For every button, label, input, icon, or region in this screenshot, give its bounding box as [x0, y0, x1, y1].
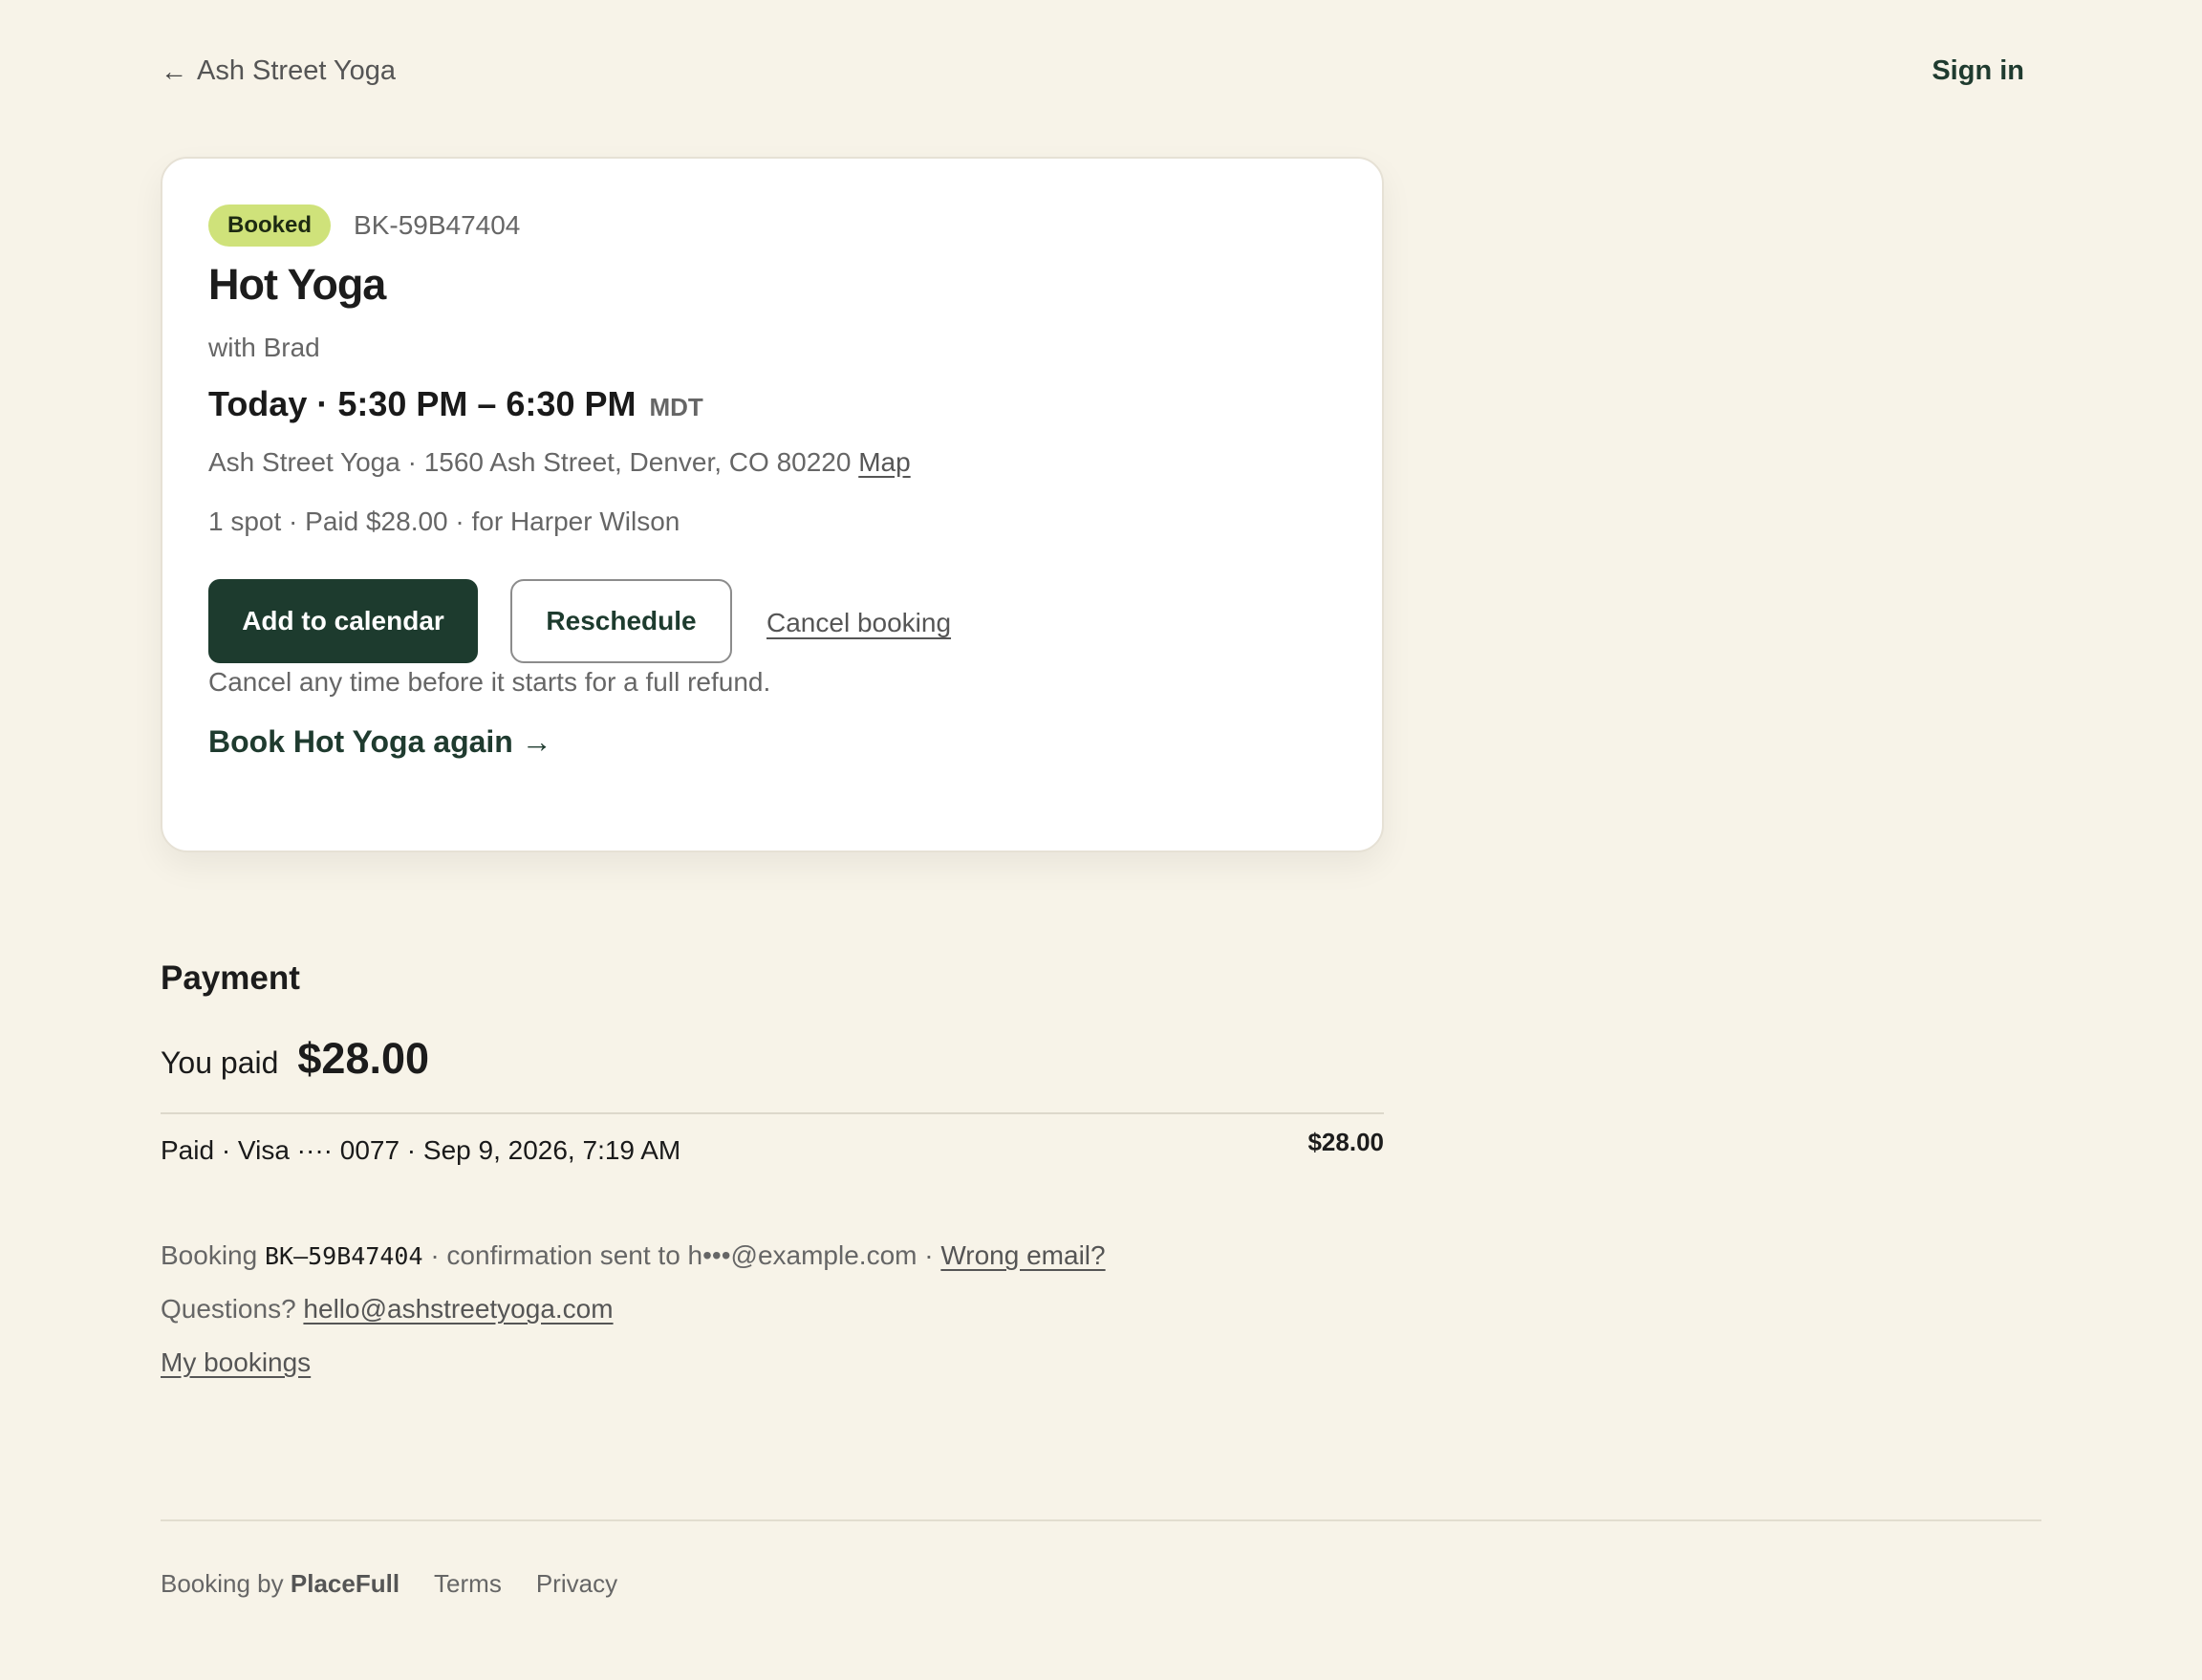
reschedule-button[interactable]: Reschedule — [510, 579, 732, 663]
contact-email-link[interactable]: hello@ashstreetyoga.com — [303, 1294, 613, 1324]
book-again-link[interactable]: Book Hot Yoga again → — [208, 724, 552, 760]
refund-note: Cancel any time before it starts for a f… — [208, 667, 771, 697]
payment-divider — [161, 1112, 1384, 1114]
class-title: Hot Yoga — [208, 260, 386, 309]
booking-by-label: Booking by — [161, 1569, 284, 1598]
back-link[interactable]: ← Ash Street Yoga — [161, 55, 396, 87]
payment-heading: Payment — [161, 959, 300, 997]
confirmation-text: · confirmation sent to h•••@example.com … — [430, 1240, 934, 1270]
questions-prefix: Questions? — [161, 1294, 296, 1324]
booking-card: Booked BK-59B47404 Hot Yoga with Brad To… — [161, 157, 1384, 852]
terms-link[interactable]: Terms — [434, 1569, 502, 1599]
my-bookings-row: My bookings — [161, 1347, 311, 1378]
questions-info: Questions? hello@ashstreetyoga.com — [161, 1294, 614, 1325]
booking-actions: Add to calendar Reschedule Cancel bookin… — [208, 579, 951, 663]
map-link[interactable]: Map — [858, 447, 910, 477]
top-nav: ← Ash Street Yoga Sign in — [161, 55, 2024, 97]
instructor: with Brad — [208, 333, 320, 362]
privacy-link[interactable]: Privacy — [536, 1569, 617, 1599]
back-link-label: Ash Street Yoga — [197, 55, 396, 86]
you-paid-amount: $28.00 — [297, 1034, 430, 1083]
add-to-calendar-button[interactable]: Add to calendar — [208, 579, 478, 663]
powered-by: Booking by PlaceFull — [161, 1569, 399, 1599]
footer-divider — [161, 1519, 2041, 1521]
sign-in-link[interactable]: Sign in — [1932, 55, 2024, 87]
status-badge: Booked — [208, 205, 332, 247]
class-time: Today · 5:30 PM – 6:30 PM MDT — [208, 384, 703, 424]
location: Ash Street Yoga · 1560 Ash Street, Denve… — [208, 447, 911, 478]
my-bookings-link[interactable]: My bookings — [161, 1347, 311, 1377]
badge-row: Booked BK-59B47404 — [208, 205, 520, 247]
spot-info: 1 spot · Paid $28.00 · for Harper Wilson — [208, 506, 680, 536]
arrow-left-icon: ← — [161, 55, 187, 86]
you-paid-row: You paid $28.00 — [161, 1034, 429, 1084]
wrong-email-link[interactable]: Wrong email? — [940, 1240, 1105, 1270]
brand-name: PlaceFull — [290, 1569, 400, 1598]
booking-prefix: Booking — [161, 1240, 258, 1270]
confirmation-info: Booking BK–59B47404 · confirmation sent … — [161, 1240, 1106, 1271]
page-footer: Booking by PlaceFull Terms Privacy — [161, 1569, 617, 1599]
timezone: MDT — [649, 393, 703, 421]
booking-id: BK-59B47404 — [354, 210, 521, 240]
you-paid-label: You paid — [161, 1045, 279, 1080]
cancel-booking-link[interactable]: Cancel booking — [766, 608, 951, 638]
payment-description: Paid · Visa ···· 0077 · Sep 9, 2026, 7:1… — [161, 1135, 681, 1165]
address-text: Ash Street Yoga · 1560 Ash Street, Denve… — [208, 447, 852, 477]
time-range: Today · 5:30 PM – 6:30 PM — [208, 384, 637, 423]
payment-line-amount: $28.00 — [1307, 1128, 1384, 1156]
booking-reference: BK–59B47404 — [264, 1242, 423, 1270]
